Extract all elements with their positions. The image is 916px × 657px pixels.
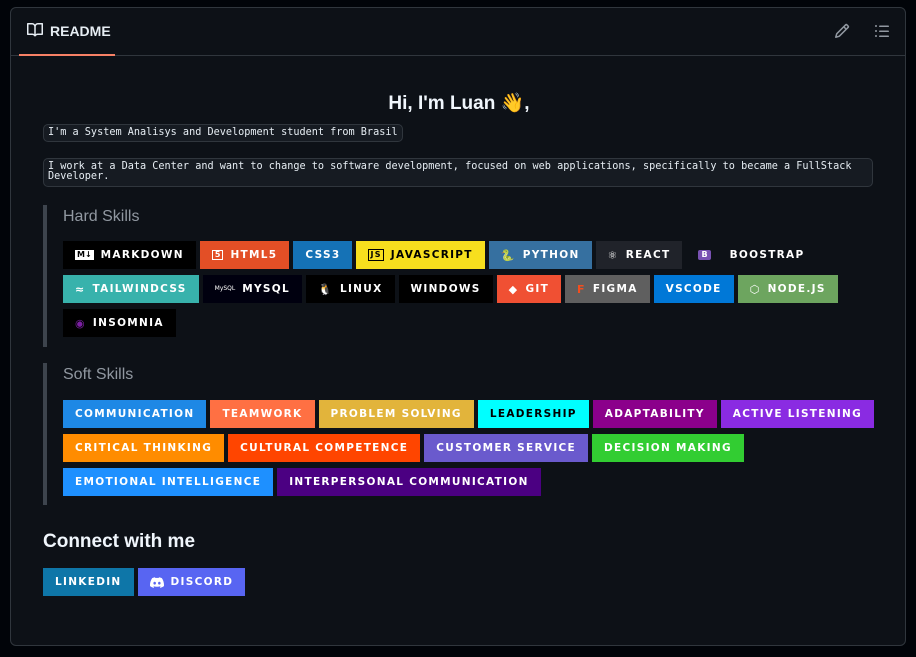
hard-skill-css3-badge: CSS3 <box>293 241 353 269</box>
soft-skill-critical-thinking-badge: CRITICAL THINKING <box>63 434 225 462</box>
hard-skill-mysql-badge: MySQL MYSQL <box>202 275 302 303</box>
badge-label: VSCODE <box>665 283 722 295</box>
hard-skill-node-js-badge: ⬡ NODE.JS <box>737 275 838 303</box>
badge-label: EMOTIONAL INTELLIGENCE <box>75 476 262 488</box>
work-code-line: I work at a Data Center and want to chan… <box>43 158 873 187</box>
react-icon: ⚛ <box>607 248 619 262</box>
soft-skill-cultural-competence-badge: CULTURAL COMPETENCE <box>228 434 421 462</box>
hard-skills-title: Hard Skills <box>63 208 140 225</box>
badge-label: COMMUNICATION <box>75 408 195 420</box>
badge-label: DISCORD <box>170 576 234 588</box>
soft-skill-leadership-badge: LEADERSHIP <box>477 400 589 428</box>
boostrap-icon: B <box>698 250 711 260</box>
badge-label: BOOSTRAP <box>729 249 805 261</box>
greeting-heading: Hi, I'm Luan 👋, <box>388 93 530 114</box>
badge-label: CRITICAL THINKING <box>75 442 213 454</box>
badge-label: PROBLEM SOLVING <box>330 408 462 420</box>
soft-skill-interpersonal-communication-badge: INTERPERSONAL COMMUNICATION <box>277 468 541 496</box>
social-linkedin-badge[interactable]: LINKEDIN <box>43 568 134 596</box>
pencil-icon[interactable] <box>833 22 851 40</box>
python-icon: 🐍 <box>500 248 516 262</box>
badge-label: CUSTOMER SERVICE <box>436 442 577 454</box>
hard-skill-windows-badge: WINDOWS <box>398 275 493 303</box>
badge-label: MYSQL <box>242 283 290 295</box>
soft-skill-emotional-intelligence-badge: EMOTIONAL INTELLIGENCE <box>63 468 274 496</box>
hard-skill-javascript-badge: JS JAVASCRIPT <box>356 241 485 269</box>
badge-label: CULTURAL COMPETENCE <box>240 442 409 454</box>
badge-label: INSOMNIA <box>92 317 164 329</box>
node-js-icon: ⬡ <box>749 282 761 296</box>
soft-skill-decision-making-badge: DECISION MAKING <box>592 434 744 462</box>
hard-skill-linux-badge: 🐧 LINUX <box>305 275 395 303</box>
hard-skill-python-badge: 🐍 PYTHON <box>488 241 592 269</box>
badge-label: ADAPTABILITY <box>604 408 705 420</box>
badge-label: CSS3 <box>305 249 341 261</box>
connect-badges: LINKEDIN DISCORD <box>43 568 875 596</box>
discord-icon <box>149 576 164 588</box>
intro-code-line: I'm a System Analisys and Development st… <box>43 124 403 142</box>
badge-label: TAILWINDCSS <box>92 283 187 295</box>
soft-skills-title: Soft Skills <box>63 366 134 383</box>
html5-icon: 5 <box>211 250 224 260</box>
readme-header: README <box>11 8 905 56</box>
connect-heading: Connect with me <box>43 531 196 552</box>
readme-content: Hi, I'm Luan 👋, I'm a System Analisys an… <box>43 56 875 596</box>
soft-skills-section: Soft Skills COMMUNICATION TEAMWORK PROBLEM… <box>43 363 875 505</box>
soft-skill-active-listening-badge: ACTIVE LISTENING <box>720 400 875 428</box>
hard-skills-badges: M↓ MARKDOWN 5 HTML5 CSS3 JS JAVASCRIPT 🐍 PYTHON ⚛… <box>63 241 875 337</box>
linux-icon: 🐧 <box>317 282 333 296</box>
soft-skill-teamwork-badge: TEAMWORK <box>210 400 315 428</box>
badge-label: MARKDOWN <box>100 249 184 261</box>
list-icon[interactable] <box>873 22 891 40</box>
badge-label: PYTHON <box>522 249 580 261</box>
markdown-icon: M↓ <box>75 250 94 260</box>
hard-skill-git-badge: ◆ GIT <box>496 275 562 303</box>
soft-skill-customer-service-badge: CUSTOMER SERVICE <box>424 434 589 462</box>
hard-skill-html5-badge: 5 HTML5 <box>199 241 290 269</box>
mysql-icon: MySQL <box>214 285 236 292</box>
hard-skill-markdown-badge: M↓ MARKDOWN <box>63 241 196 269</box>
hard-skills-section: Hard Skills M↓ MARKDOWN 5 HTML5 CSS3 JS JAVASC… <box>43 205 875 347</box>
javascript-icon: JS <box>368 249 384 261</box>
hard-skill-vscode-badge: VSCODE <box>653 275 734 303</box>
badge-label: HTML5 <box>230 249 278 261</box>
hard-skill-tailwindcss-badge: ≈ TAILWINDCSS <box>63 275 199 303</box>
soft-skill-problem-solving-badge: PROBLEM SOLVING <box>318 400 474 428</box>
badge-label: WINDOWS <box>410 283 481 295</box>
badge-label: LINKEDIN <box>55 576 122 588</box>
badge-label: JAVASCRIPT <box>390 249 473 261</box>
book-icon <box>27 22 44 41</box>
tailwindcss-icon: ≈ <box>75 282 86 296</box>
badge-label: REACT <box>625 249 671 261</box>
badge-label: NODE.JS <box>767 283 826 295</box>
git-icon: ◆ <box>508 282 519 296</box>
figma-icon: F <box>577 282 586 296</box>
tab-readme-label: README <box>50 23 111 39</box>
soft-skills-badges: COMMUNICATION TEAMWORK PROBLEM SOLVING LEAD… <box>63 400 875 496</box>
badge-label: LINUX <box>339 283 383 295</box>
soft-skill-communication-badge: COMMUNICATION <box>63 400 207 428</box>
insomnia-icon: ◉ <box>75 316 86 330</box>
hard-skill-insomnia-badge: ◉ INSOMNIA <box>63 309 176 337</box>
badge-label: LEADERSHIP <box>489 408 577 420</box>
badge-label: INTERPERSONAL COMMUNICATION <box>289 476 529 488</box>
badge-label: FIGMA <box>592 283 638 295</box>
badge-label: TEAMWORK <box>222 408 303 420</box>
badge-label: GIT <box>525 283 550 295</box>
soft-skill-adaptability-badge: ADAPTABILITY <box>592 400 717 428</box>
badge-label: DECISION MAKING <box>604 442 732 454</box>
badge-label: ACTIVE LISTENING <box>732 408 863 420</box>
hard-skill-figma-badge: F FIGMA <box>565 275 650 303</box>
hard-skill-boostrap-badge: B BOOSTRAP <box>686 241 817 269</box>
tab-readme[interactable]: README <box>19 8 115 56</box>
readme-card: README Hi, I'm Luan 👋, I'm a System Anal… <box>10 7 906 646</box>
social-discord-badge[interactable]: DISCORD <box>137 568 246 596</box>
hard-skill-react-badge: ⚛ REACT <box>595 241 683 269</box>
